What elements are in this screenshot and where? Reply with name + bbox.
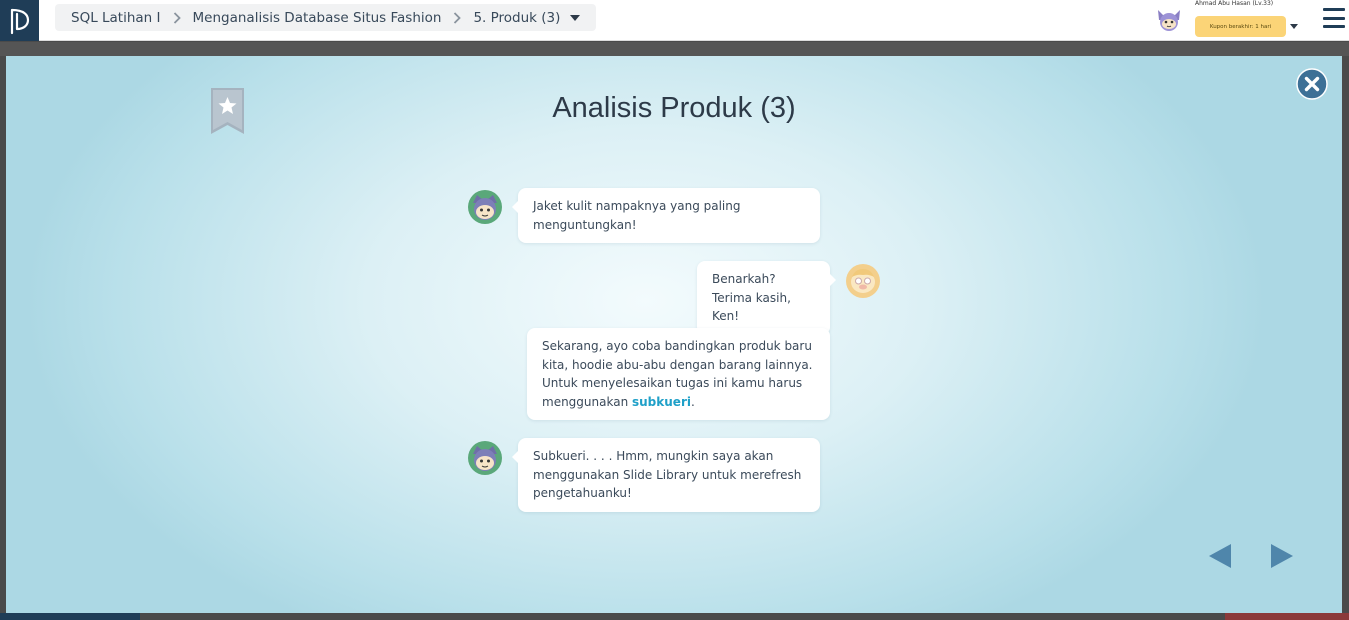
hamburger-menu-icon[interactable] (1323, 8, 1345, 28)
chat-bubble-ken: Subkueri. . . . Hmm, mungkin saya akan m… (512, 438, 820, 512)
breadcrumb-chapter[interactable]: Menganalisis Database Situs Fashion (193, 10, 442, 26)
ken-avatar-icon (467, 189, 503, 225)
chat-bubble-ken: Jaket kulit nampaknya yang paling mengun… (512, 188, 820, 243)
chat-bubble-mentor: Sekarang, ayo coba bandingkan produk bar… (527, 328, 830, 420)
message-text: Benarkah? (712, 272, 776, 286)
user-name: Ahmad Abu Hasan (Lv.33) (1195, 0, 1274, 7)
coupon-badge[interactable]: Kupon berakhir: 1 hari (1195, 16, 1286, 37)
breadcrumb-page[interactable]: 5. Produk (3) (473, 10, 560, 26)
message-text: . (690, 394, 695, 409)
keyword-link[interactable]: subkueri (632, 395, 691, 409)
mentor-avatar-icon (845, 263, 881, 299)
ken-avatar-icon (467, 440, 503, 476)
breadcrumb: SQL Latihan I Menganalisis Database Situ… (55, 4, 597, 31)
background-panel (1225, 613, 1349, 620)
user-menu[interactable]: Ahmad Abu Hasan (Lv.33) Kupon berakhir: … (1155, 0, 1305, 41)
user-avatar-icon (1155, 6, 1183, 34)
breadcrumb-course[interactable]: SQL Latihan I (71, 10, 161, 26)
top-bar: SQL Latihan I Menganalisis Database Situ… (0, 0, 1349, 41)
message-text: Subkueri. . . . Hmm, mungkin saya akan m… (533, 449, 802, 500)
chevron-right-icon (453, 11, 462, 24)
chevron-right-icon (173, 11, 181, 24)
background-panel (0, 613, 140, 620)
logo-icon[interactable] (0, 0, 39, 41)
background-panel (0, 42, 1349, 56)
chat-bubble-mentor: Benarkah? Terima kasih, Ken! (697, 261, 836, 335)
next-arrow-icon[interactable] (1271, 544, 1293, 572)
lesson-modal: Analisis Produk (3) Jaket kulit nampakny… (6, 56, 1342, 613)
caret-down-icon[interactable] (570, 14, 581, 21)
caret-down-icon[interactable] (1290, 14, 1298, 33)
close-icon[interactable] (1296, 68, 1328, 104)
message-text: Jaket kulit nampaknya yang paling mengun… (533, 199, 741, 232)
message-text: Terima kasih, Ken! (712, 290, 791, 324)
lesson-title: Analisis Produk (3) (552, 92, 796, 124)
prev-arrow-icon[interactable] (1209, 544, 1231, 572)
